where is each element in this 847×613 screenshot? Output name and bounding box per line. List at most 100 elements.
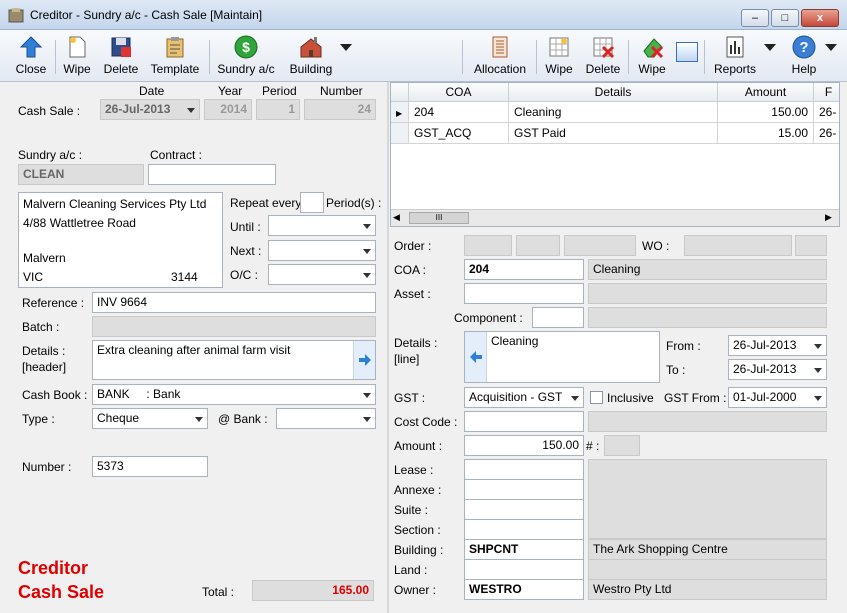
repeat-field[interactable] — [300, 192, 324, 213]
close-button[interactable]: Close — [10, 30, 52, 80]
building-button[interactable]: Building — [286, 30, 336, 80]
col-f[interactable]: F — [814, 83, 839, 102]
reports-dropdown-icon[interactable] — [764, 44, 776, 51]
bank-select[interactable] — [276, 408, 376, 429]
delete-line-button[interactable]: Delete — [584, 30, 622, 80]
grid-corner — [391, 83, 409, 102]
wipe-line-button[interactable]: Wipe — [542, 30, 576, 80]
scroll-left-icon[interactable]: ◀ — [393, 212, 400, 223]
amount-label: Amount : — [394, 439, 443, 453]
table-cell-f[interactable]: 26- — [814, 123, 839, 144]
component-field[interactable] — [532, 307, 584, 328]
coa-field[interactable]: 204 — [464, 259, 584, 280]
lease-label: Lease : — [394, 463, 434, 477]
address-state: VIC — [23, 270, 44, 284]
address-postcode: 3144 — [171, 270, 198, 284]
inclusive-checkbox[interactable] — [590, 391, 603, 404]
type-select[interactable]: Cheque — [92, 408, 208, 429]
reports-button[interactable]: Reports — [712, 30, 758, 80]
building-field[interactable]: SHPCNT — [464, 539, 584, 560]
row-selector[interactable] — [391, 123, 409, 144]
maximize-button[interactable]: □ — [771, 9, 799, 27]
building-dropdown-icon[interactable] — [340, 44, 352, 51]
sundry-ac-button[interactable]: $ Sundry a/c — [214, 30, 278, 80]
amount-field[interactable]: 150.00 — [464, 435, 584, 456]
order-field-1 — [464, 235, 512, 256]
suite-field[interactable] — [464, 499, 584, 520]
allocation-grid: COA Details Amount F ▶ 204 Cleaning 150.… — [390, 82, 840, 227]
gst-from-select[interactable]: 01-Jul-2000 — [728, 387, 827, 408]
building-icon — [300, 37, 322, 58]
up-arrow-icon — [19, 36, 43, 58]
right-arrow-icon — [359, 354, 371, 366]
asset-description — [588, 283, 827, 304]
col-coa[interactable]: COA — [409, 83, 509, 102]
to-date-select[interactable]: 26-Jul-2013 — [728, 359, 827, 380]
contract-field[interactable] — [148, 164, 276, 185]
annexe-label: Annexe : — [394, 483, 442, 497]
row-selector[interactable]: ▶ — [391, 102, 409, 123]
details-collapse-button[interactable] — [465, 332, 487, 382]
splitter[interactable] — [387, 82, 389, 613]
owner-field[interactable]: WESTRO — [464, 579, 584, 600]
cost-code-description — [588, 411, 827, 432]
gst-select[interactable]: Acquisition - GST — [464, 387, 584, 408]
number-field: 24 — [304, 99, 376, 120]
periods-label: Period(s) : — [326, 196, 382, 210]
allocation-button[interactable]: Allocation — [470, 30, 530, 80]
land-field[interactable] — [464, 559, 584, 580]
close-window-button[interactable]: x — [801, 9, 839, 27]
help-icon: ? — [792, 35, 816, 59]
asset-field[interactable] — [464, 283, 584, 304]
table-cell-amount[interactable]: 150.00 — [718, 102, 814, 123]
table-cell-details[interactable]: GST Paid — [509, 123, 718, 144]
table-cell-details[interactable]: Cleaning — [509, 102, 718, 123]
table-cell-coa[interactable]: 204 — [409, 102, 509, 123]
next-select[interactable] — [268, 240, 376, 261]
window-view-icon[interactable] — [676, 42, 698, 62]
col-details[interactable]: Details — [509, 83, 718, 102]
cheque-number-field[interactable]: 5373 — [92, 456, 208, 477]
help-button[interactable]: ? Help — [788, 30, 820, 80]
section-field[interactable] — [464, 519, 584, 540]
details-header-field[interactable]: Extra cleaning after animal farm visit — [92, 340, 376, 380]
details-expand-button[interactable] — [353, 341, 375, 379]
sundry-label: Sundry a/c : — [18, 148, 83, 162]
scroll-right-icon[interactable]: ▶ — [825, 212, 832, 223]
horizontal-scrollbar[interactable]: ◀ III ▶ — [391, 209, 839, 226]
help-dropdown-icon[interactable] — [825, 44, 837, 51]
date-label: Date — [139, 84, 165, 98]
details-line-label-sub: [line] — [394, 352, 420, 366]
cashbook-select[interactable]: BANK : Bank — [92, 384, 376, 405]
batch-field — [92, 316, 376, 337]
sundry-field[interactable]: CLEAN — [18, 164, 144, 185]
from-date-select[interactable]: 26-Jul-2013 — [728, 335, 827, 356]
details-line-label: Details : — [394, 336, 438, 350]
hash-field — [604, 435, 640, 456]
lease-field[interactable] — [464, 459, 584, 480]
table-cell-coa[interactable]: GST_ACQ — [409, 123, 509, 144]
delete-button[interactable]: Delete — [100, 30, 142, 80]
new-document-icon — [69, 36, 86, 58]
address-line1: Malvern Cleaning Services Pty Ltd — [23, 197, 207, 211]
reference-field[interactable]: INV 9664 — [92, 292, 376, 313]
oc-select[interactable] — [268, 264, 376, 285]
details-line-text: Cleaning — [491, 334, 539, 348]
wipe-button[interactable]: Wipe — [58, 30, 96, 80]
grid-delete-icon — [593, 37, 615, 59]
col-amount[interactable]: Amount — [718, 83, 814, 102]
date-field[interactable]: 26-Jul-2013 — [100, 99, 200, 120]
template-button[interactable]: Template — [148, 30, 202, 80]
table-cell-f[interactable]: 26- — [814, 102, 839, 123]
annexe-field[interactable] — [464, 479, 584, 500]
minimize-button[interactable]: – — [741, 9, 769, 27]
until-select[interactable] — [268, 215, 376, 236]
wipe-all-button[interactable]: Wipe — [634, 30, 670, 80]
cost-code-field[interactable] — [464, 411, 584, 432]
table-cell-amount[interactable]: 15.00 — [718, 123, 814, 144]
details-line-field[interactable]: Cleaning — [464, 331, 660, 383]
scroll-thumb[interactable]: III — [409, 212, 469, 224]
order-field-2 — [516, 235, 560, 256]
dollar-icon: $ — [234, 35, 258, 59]
total-label: Total : — [202, 585, 235, 599]
